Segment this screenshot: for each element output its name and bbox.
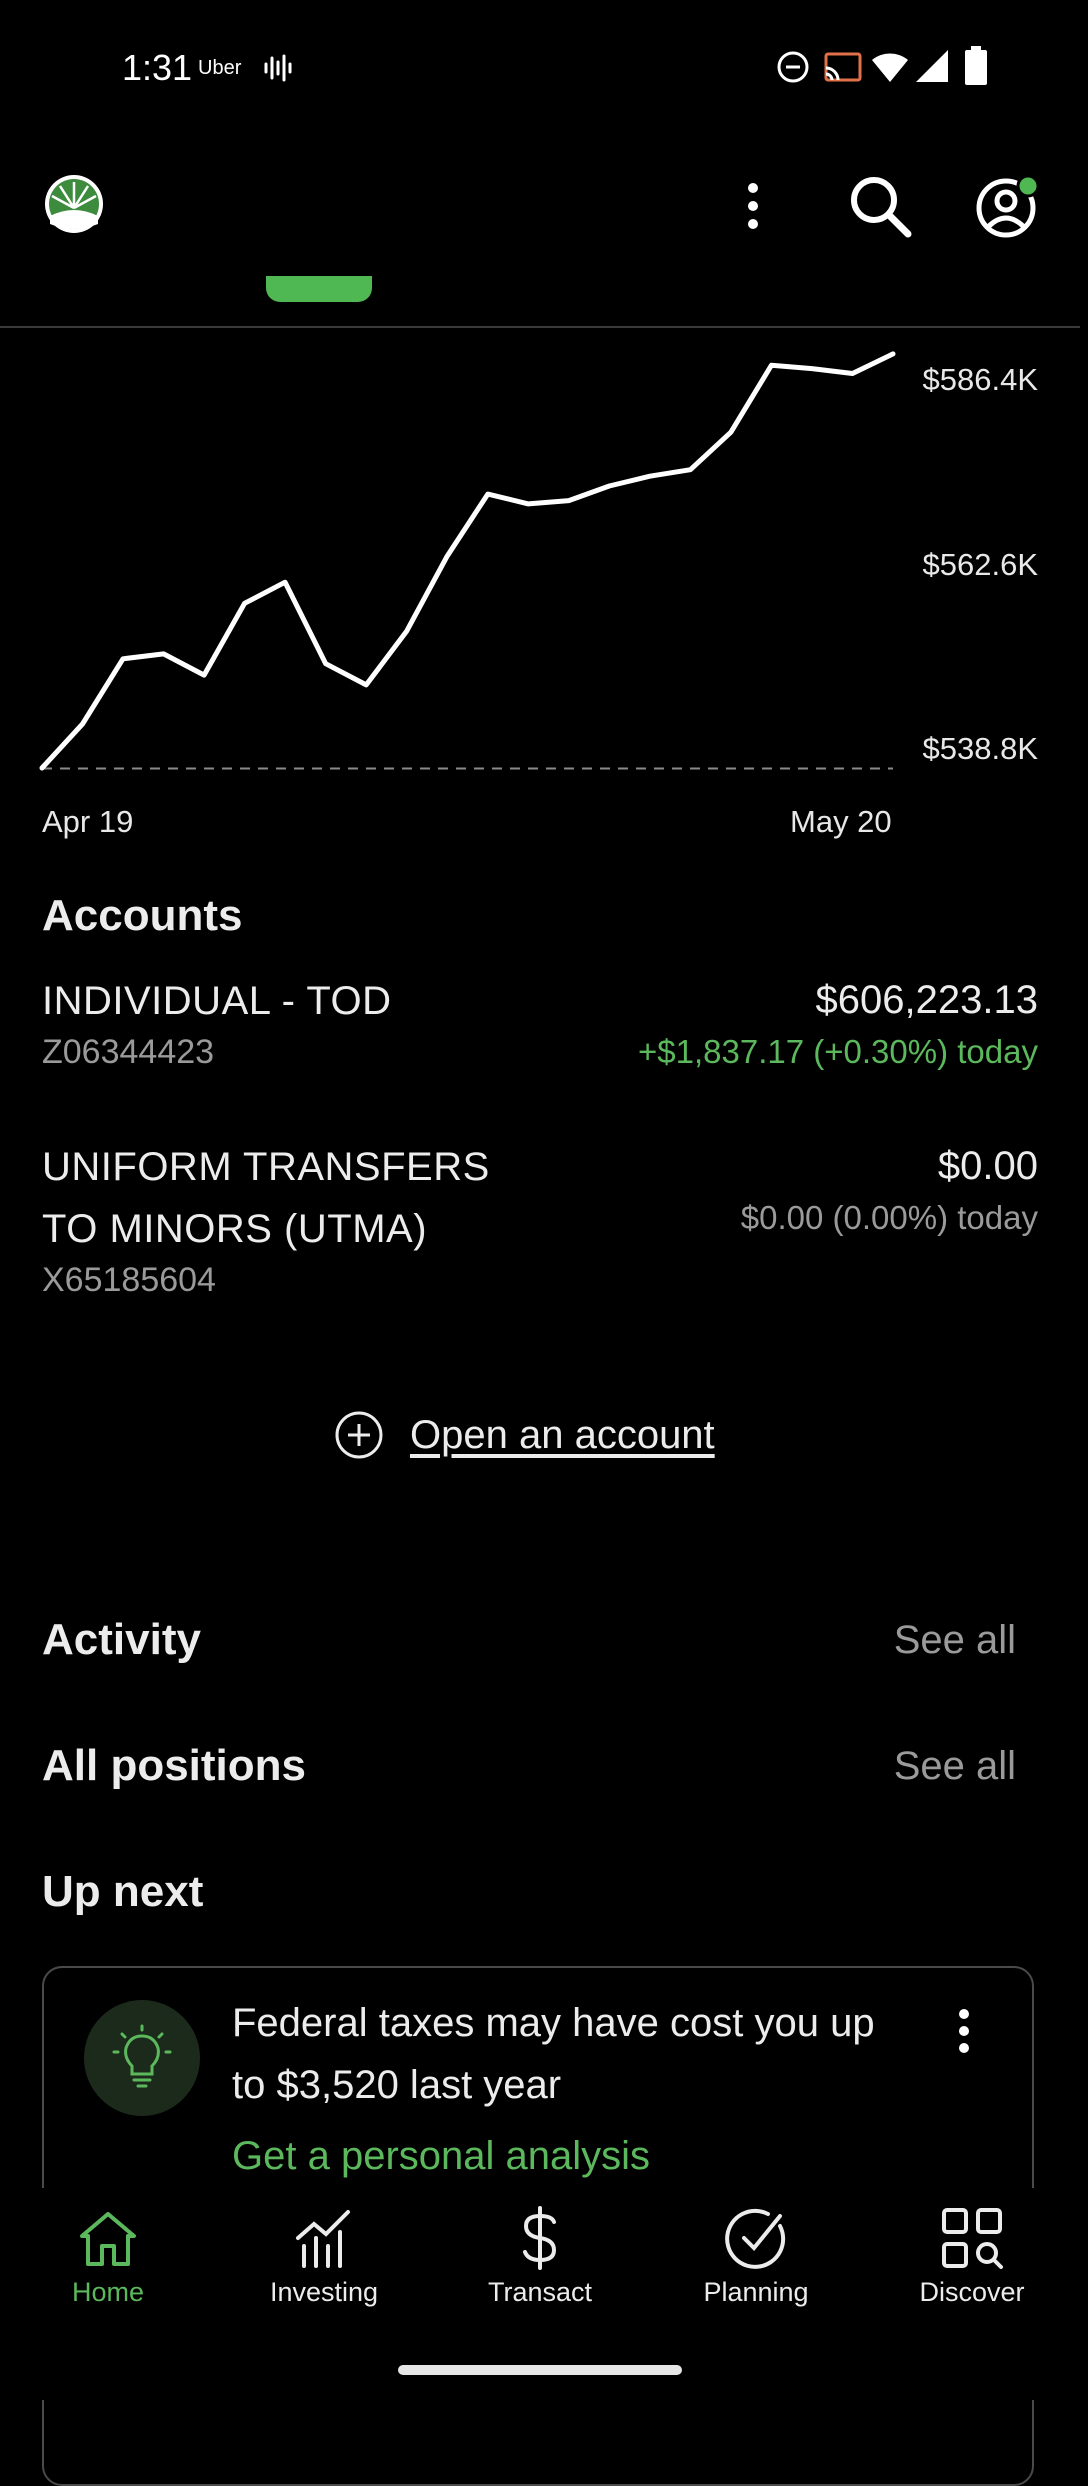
chart-point (810, 366, 814, 371)
positions-see-all-link[interactable]: See all (894, 1738, 1016, 1794)
account-change: $0.00 (0.00%) today (740, 1199, 1038, 1236)
chart-point (607, 484, 612, 488)
more-vert-icon[interactable] (740, 180, 766, 232)
search-icon[interactable] (848, 174, 912, 238)
card-title: Federal taxes may have cost you up to $3… (232, 2001, 875, 2107)
positions-title: All positions (42, 1741, 306, 1790)
profile-notification-badge (1016, 174, 1040, 198)
chart-point (121, 656, 125, 661)
nav-transact[interactable]: Transact (452, 2206, 628, 2308)
lightbulb-icon (112, 2024, 172, 2088)
card-link[interactable]: Get a personal analysis (232, 2128, 650, 2184)
chart-point (769, 363, 774, 368)
cast-icon (824, 52, 862, 82)
chart-point (161, 651, 166, 656)
dollar-icon (523, 2206, 557, 2270)
add-circle-icon (335, 1411, 383, 1459)
x-axis-label-end: May 20 (790, 804, 892, 839)
active-tab-indicator (266, 276, 372, 302)
chart-point (647, 474, 652, 479)
open-account-label: Open an account (410, 1412, 715, 1457)
wifi-icon (872, 53, 908, 82)
nav-label-transact: Transact (487, 2277, 593, 2307)
fidelity-logo[interactable] (44, 174, 104, 234)
nav-label-home: Home (71, 2277, 145, 2307)
chart-point (445, 554, 450, 559)
up-next-title: Up next (42, 1867, 204, 1916)
nav-discover[interactable]: Discover (884, 2206, 1060, 2308)
chart-point (566, 498, 571, 503)
chart-point (485, 492, 490, 497)
account-name-line2: TO MINORS (UTMA) (42, 1207, 428, 1251)
status-app-label: Uber (198, 57, 242, 79)
account-balance: $606,223.13 (815, 978, 1038, 1022)
chart-point (364, 682, 369, 687)
signal-icon (916, 50, 948, 82)
account-name-line1: UNIFORM TRANSFERS (42, 1145, 490, 1189)
grid-search-icon (942, 2208, 1003, 2269)
chart-point (404, 629, 409, 634)
header-divider (0, 326, 1080, 328)
nav-label-planning: Planning (703, 2277, 809, 2307)
chart-point (728, 430, 733, 435)
profile-icon[interactable] (974, 172, 1042, 240)
chart-point (242, 601, 247, 606)
chart-point (323, 661, 328, 666)
check-circle-icon (725, 2208, 786, 2269)
account-balance: $0.00 (937, 1144, 1038, 1188)
account-change: +$1,837.17 (+0.30%) today (638, 1033, 1038, 1070)
balance-chart[interactable] (0, 340, 900, 780)
chart-point (80, 722, 85, 726)
chart-point (283, 580, 288, 585)
account-number: X65185604 (42, 1261, 216, 1299)
chart-point (40, 766, 44, 770)
activity-title: Activity (42, 1615, 201, 1664)
chart-point (202, 673, 207, 678)
activity-see-all-link[interactable]: See all (894, 1612, 1016, 1668)
card-more-vert-icon[interactable] (952, 2006, 976, 2056)
home-icon (80, 2212, 136, 2266)
sound-wave-icon (264, 54, 292, 82)
account-name: INDIVIDUAL - TOD (42, 979, 392, 1023)
nav-home[interactable]: Home (20, 2206, 196, 2308)
account-row-utma[interactable]: UNIFORM TRANSFERS TO MINORS (UTMA) X6518… (0, 1136, 1088, 1306)
open-account-button[interactable]: Open an account (334, 1410, 715, 1460)
do-not-disturb-icon (777, 51, 809, 83)
y-axis-label-max: $586.4K (922, 362, 1039, 397)
y-axis-label-mid: $562.6K (922, 547, 1039, 582)
nav-investing[interactable]: Investing (236, 2206, 412, 2308)
nav-planning[interactable]: Planning (668, 2206, 844, 2308)
chart-point (850, 371, 855, 376)
chart-point (526, 501, 531, 506)
account-row-individual[interactable]: INDIVIDUAL - TOD Z06344423 $606,223.13 +… (0, 970, 1088, 1090)
y-axis-label-min: $538.8K (922, 731, 1039, 766)
nav-label-investing: Investing (269, 2277, 379, 2307)
chart-series-line (39, 351, 896, 771)
chart-point (688, 467, 693, 472)
chart-point (891, 351, 895, 356)
chart-icon (296, 2210, 350, 2268)
nav-label-discover: Discover (919, 2277, 1025, 2307)
status-time: 1:31 (122, 47, 193, 88)
account-number: Z06344423 (42, 1033, 215, 1071)
accounts-title: Accounts (42, 891, 243, 940)
home-gesture-indicator[interactable] (398, 2365, 682, 2375)
x-axis-label-start: Apr 19 (42, 804, 134, 839)
battery-icon (965, 46, 987, 85)
